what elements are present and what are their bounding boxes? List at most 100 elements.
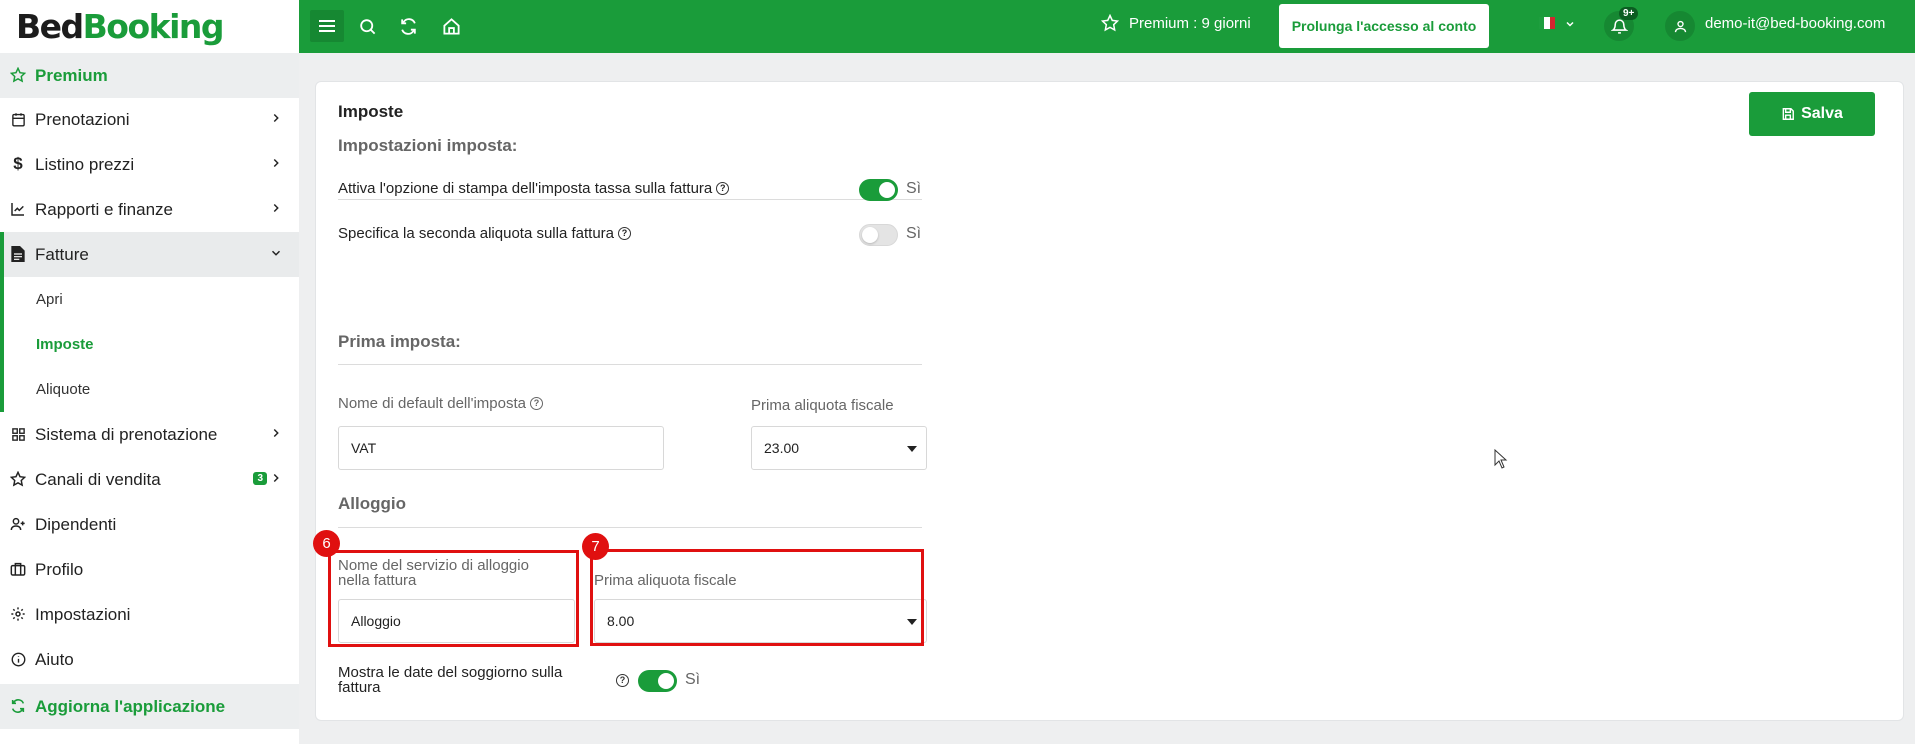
sidebar-subitem-label: Imposte xyxy=(36,336,94,353)
search-icon xyxy=(359,18,375,34)
highlight-box-6 xyxy=(328,550,579,647)
help-icon[interactable]: ? xyxy=(618,227,632,240)
marker-7: 7 xyxy=(582,533,609,560)
sidebar-item-premium[interactable]: Premium xyxy=(0,53,299,98)
chevron-right-icon xyxy=(273,158,279,168)
caret-down-icon xyxy=(907,446,917,452)
first-rate-select[interactable]: 23.00 xyxy=(751,426,927,470)
second-rate-label: Specifica la seconda aliquota sulla fatt… xyxy=(338,225,615,242)
chevron-down-icon[interactable] xyxy=(1564,18,1576,30)
gear-icon xyxy=(9,605,27,623)
calendar-icon xyxy=(9,110,27,128)
star-icon xyxy=(9,470,27,488)
sidebar-subitem-imposte[interactable]: Imposte xyxy=(0,322,299,367)
sidebar-item-fatture[interactable]: Fatture xyxy=(0,232,299,277)
refresh-icon xyxy=(9,697,27,715)
star-icon xyxy=(9,66,27,84)
highlight-box-7 xyxy=(590,549,924,646)
show-dates-label: Mostra le date del soggiorno sulla fattu… xyxy=(338,664,563,696)
chevron-down-icon xyxy=(271,250,281,256)
show-dates-toggle-label: Sì xyxy=(685,671,701,688)
brand-part2: Booking xyxy=(82,7,225,46)
save-button-label: Salva xyxy=(1801,105,1843,122)
print-tax-label: Attiva l'opzione di stampa dell'imposta … xyxy=(338,180,713,197)
page-title: Imposte xyxy=(338,102,404,121)
user-icon xyxy=(1674,20,1686,32)
italy-flag-icon[interactable] xyxy=(1539,17,1555,29)
print-tax-toggle-label: Sì xyxy=(906,180,922,197)
help-icon[interactable]: ? xyxy=(616,674,629,687)
channels-count-badge: 3 xyxy=(253,472,267,485)
sidebar-item-label: Aggiorna l'applicazione xyxy=(35,696,226,716)
brand-logo[interactable]: Bed Booking xyxy=(0,0,299,53)
extend-access-button[interactable]: Prolunga l'accesso al conto xyxy=(1279,4,1489,48)
sidebar-item-update[interactable]: Aggiorna l'applicazione xyxy=(0,684,299,729)
menu-toggle-button[interactable] xyxy=(310,10,344,42)
notifications-badge: 9+ xyxy=(1619,7,1639,20)
brand-part1: Bed xyxy=(16,7,84,46)
sidebar-subitem-aliquote[interactable]: Aliquote xyxy=(0,367,299,412)
info-icon xyxy=(9,650,27,668)
print-tax-toggle[interactable] xyxy=(859,179,898,201)
chart-line-icon xyxy=(9,200,27,218)
user-plus-icon xyxy=(9,515,27,533)
second-rate-row: Specifica la seconda aliquota sulla fatt… xyxy=(338,225,632,242)
tax-settings-heading: Impostazioni imposta: xyxy=(338,136,518,155)
sidebar-item-label: Aiuto xyxy=(35,649,74,669)
sidebar-item-impostazioni[interactable]: Impostazioni xyxy=(0,592,299,637)
sidebar-item-label: Impostazioni xyxy=(35,604,131,624)
user-email[interactable]: demo-it@bed-booking.com xyxy=(1705,15,1885,32)
sidebar-subitem-label: Aliquote xyxy=(36,381,91,398)
dollar-icon: $ xyxy=(13,154,23,173)
sidebar-item-label: Sistema di prenotazione xyxy=(35,424,218,444)
premium-status[interactable]: Premium : 9 giorni xyxy=(1101,14,1251,32)
sidebar: Bed Booking Premium Prenotazioni $ Listin… xyxy=(0,0,299,744)
second-rate-toggle-label: Sì xyxy=(906,225,922,242)
sidebar-item-dipendenti[interactable]: Dipendenti xyxy=(0,502,299,547)
tax-name-input[interactable]: VAT xyxy=(338,426,664,470)
print-tax-row: Attiva l'opzione di stampa dell'imposta … xyxy=(338,180,730,197)
sidebar-item-label: Listino prezzi xyxy=(35,154,135,174)
sidebar-item-canali[interactable]: Canali di vendita 3 xyxy=(0,457,299,502)
sidebar-item-label: Prenotazioni xyxy=(35,109,130,129)
first-rate-label: Prima aliquota fiscale xyxy=(751,397,894,414)
sidebar-item-rapporti[interactable]: Rapporti e finanze xyxy=(0,187,299,232)
second-rate-toggle[interactable] xyxy=(859,224,898,246)
sidebar-item-label: Canali di vendita xyxy=(35,469,161,489)
chevron-right-icon xyxy=(273,113,279,123)
search-button[interactable] xyxy=(350,10,384,42)
marker-6: 6 xyxy=(313,530,340,557)
sidebar-subitem-apri[interactable]: Apri xyxy=(0,277,299,322)
save-button[interactable]: Salva xyxy=(1749,92,1875,136)
star-icon xyxy=(1101,14,1119,32)
sidebar-item-aiuto[interactable]: Aiuto xyxy=(0,637,299,682)
hamburger-icon xyxy=(319,20,335,32)
refresh-button[interactable] xyxy=(391,10,425,42)
refresh-icon xyxy=(400,17,416,35)
divider xyxy=(338,199,922,200)
briefcase-icon xyxy=(9,560,27,578)
first-rate-value: 23.00 xyxy=(764,440,800,456)
sidebar-item-profilo[interactable]: Profilo xyxy=(0,547,299,592)
help-icon[interactable]: ? xyxy=(716,182,730,195)
sidebar-subitem-label: Apri xyxy=(36,291,63,308)
sidebar-item-label: Rapporti e finanze xyxy=(35,199,173,219)
home-button[interactable] xyxy=(434,10,468,42)
mouse-cursor-icon xyxy=(1494,449,1508,469)
sidebar-item-listino[interactable]: $ Listino prezzi xyxy=(0,142,299,187)
show-dates-toggle[interactable] xyxy=(638,670,677,692)
sidebar-item-label: Premium xyxy=(35,65,108,85)
topbar: Premium : 9 giorni Prolunga l'accesso al… xyxy=(299,0,1915,53)
accommodation-heading: Alloggio xyxy=(338,494,406,513)
user-avatar[interactable] xyxy=(1665,11,1695,41)
bell-icon xyxy=(1610,18,1628,34)
sidebar-item-sistema[interactable]: Sistema di prenotazione xyxy=(0,412,299,457)
help-icon[interactable]: ? xyxy=(529,397,543,410)
first-tax-heading: Prima imposta: xyxy=(338,332,461,351)
divider xyxy=(338,364,922,365)
sidebar-item-label: Profilo xyxy=(35,559,84,579)
sidebar-item-prenotazioni[interactable]: Prenotazioni xyxy=(0,97,299,142)
sidebar-item-label: Dipendenti xyxy=(35,514,117,534)
divider xyxy=(338,527,922,528)
tax-name-label: Nome di default dell'imposta xyxy=(338,395,526,412)
